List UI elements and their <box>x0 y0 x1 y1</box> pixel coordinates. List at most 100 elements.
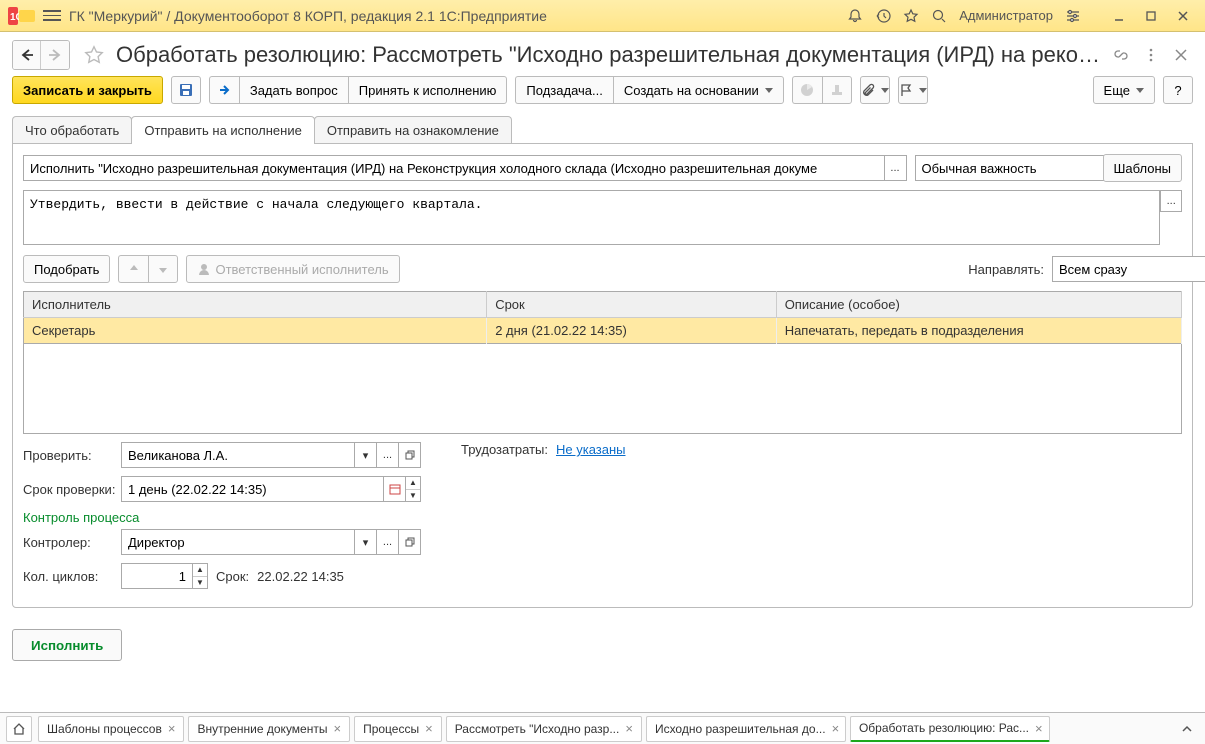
chevron-up-icon[interactable] <box>1175 717 1199 741</box>
cell-desc: Напечатать, передать в подразделения <box>776 318 1181 344</box>
controller-open-button[interactable] <box>399 529 421 555</box>
cycles-down-button[interactable]: ▼ <box>193 577 207 589</box>
direct-select[interactable] <box>1052 256 1205 282</box>
col-executor[interactable]: Исполнитель <box>24 292 487 318</box>
cycles-up-button[interactable]: ▲ <box>193 564 207 577</box>
link-icon[interactable] <box>1109 43 1133 67</box>
move-down-button[interactable] <box>148 255 178 283</box>
maximize-button[interactable] <box>1137 6 1165 26</box>
importance-select[interactable] <box>915 155 1105 181</box>
close-page-icon[interactable] <box>1169 43 1193 67</box>
home-button[interactable] <box>6 716 32 742</box>
forward-arrow-button[interactable] <box>209 76 239 104</box>
check-deadline-input[interactable] <box>121 476 384 502</box>
responsible-executor-button[interactable]: Ответственный исполнитель <box>186 255 399 283</box>
more-button[interactable]: Еще <box>1093 76 1155 104</box>
bottom-tab[interactable]: Исходно разрешительная до...× <box>646 716 846 742</box>
tab-content: ... ▾ Шаблоны Утвердить, ввести в действ… <box>12 143 1193 608</box>
attachment-button[interactable] <box>860 76 890 104</box>
app-logo: 1С <box>8 6 40 26</box>
task-name-input[interactable] <box>23 155 885 181</box>
col-description[interactable]: Описание (особое) <box>776 292 1181 318</box>
nav-back-button[interactable] <box>13 41 41 69</box>
tab-bar: Что обработать Отправить на исполнение О… <box>0 116 1205 144</box>
check-dropdown-button[interactable]: ▾ <box>355 442 377 468</box>
execute-button[interactable]: Исполнить <box>12 629 122 661</box>
check-ellipsis-button[interactable]: ... <box>377 442 399 468</box>
close-icon[interactable]: × <box>1035 721 1043 736</box>
star-icon[interactable] <box>903 8 919 24</box>
cycles-input[interactable] <box>121 563 193 589</box>
create-based-on-button[interactable]: Создать на основании <box>613 76 784 104</box>
bottom-tab[interactable]: Внутренние документы× <box>188 716 350 742</box>
history-icon[interactable] <box>875 8 891 24</box>
settings-icon[interactable] <box>1065 8 1081 24</box>
main-menu-icon[interactable] <box>43 8 61 24</box>
direct-label: Направлять: <box>968 262 1044 277</box>
check-label: Проверить: <box>23 448 113 463</box>
check-deadline-label: Срок проверки: <box>23 482 113 497</box>
pie-chart-icon[interactable] <box>792 76 822 104</box>
cell-executor: Секретарь <box>24 318 487 344</box>
controller-dropdown-button[interactable]: ▾ <box>355 529 377 555</box>
kebab-menu-icon[interactable] <box>1139 43 1163 67</box>
close-icon[interactable]: × <box>333 721 341 736</box>
tab-send-review[interactable]: Отправить на ознакомление <box>314 116 512 144</box>
cycles-label: Кол. циклов: <box>23 569 113 584</box>
stamp-icon[interactable] <box>822 76 852 104</box>
close-icon[interactable]: × <box>625 721 633 736</box>
accept-execute-button[interactable]: Принять к исполнению <box>348 76 508 104</box>
minimize-button[interactable] <box>1105 6 1133 26</box>
tab-send-exec[interactable]: Отправить на исполнение <box>131 116 315 144</box>
bottom-tab[interactable]: Процессы× <box>354 716 442 742</box>
check-input[interactable] <box>121 442 355 468</box>
ask-question-button[interactable]: Задать вопрос <box>239 76 348 104</box>
nav-forward-button[interactable] <box>41 41 69 69</box>
favorite-star-icon[interactable] <box>80 41 108 69</box>
tab-what-process[interactable]: Что обработать <box>12 116 132 144</box>
subtask-button[interactable]: Подзадача... <box>515 76 612 104</box>
table-row[interactable]: Секретарь 2 дня (21.02.22 14:35) Напечат… <box>24 318 1182 344</box>
bottom-tabs: Шаблоны процессов× Внутренние документы×… <box>0 712 1205 744</box>
controller-ellipsis-button[interactable]: ... <box>377 529 399 555</box>
controller-input[interactable] <box>121 529 355 555</box>
search-icon[interactable] <box>931 8 947 24</box>
description-expand-button[interactable]: ... <box>1160 190 1182 212</box>
user-label[interactable]: Администратор <box>959 8 1053 23</box>
deadline-value: 22.02.22 14:35 <box>257 569 344 584</box>
save-close-button[interactable]: Записать и закрыть <box>12 76 163 104</box>
bell-icon[interactable] <box>847 8 863 24</box>
calendar-button[interactable] <box>384 476 406 502</box>
check-open-button[interactable] <box>399 442 421 468</box>
bottom-tab[interactable]: Обработать резолюцию: Рас...× <box>850 716 1050 742</box>
app-title: ГК "Меркурий" / Документооборот 8 КОРП, … <box>69 8 847 24</box>
flag-button[interactable] <box>898 76 928 104</box>
controller-label: Контролер: <box>23 535 113 550</box>
col-deadline[interactable]: Срок <box>487 292 777 318</box>
close-icon[interactable]: × <box>168 721 176 736</box>
move-up-button[interactable] <box>118 255 148 283</box>
deadline-up-button[interactable]: ▲ <box>406 477 420 490</box>
templates-button[interactable]: Шаблоны <box>1103 154 1183 182</box>
description-textarea[interactable]: Утвердить, ввести в действие с начала сл… <box>23 190 1160 245</box>
save-button[interactable] <box>171 76 201 104</box>
close-icon[interactable]: × <box>425 721 433 736</box>
pick-button[interactable]: Подобрать <box>23 255 110 283</box>
toolbar: Записать и закрыть Задать вопрос Принять… <box>0 76 1205 110</box>
responsible-label: Ответственный исполнитель <box>215 262 388 277</box>
table-empty-area[interactable] <box>23 344 1182 434</box>
effort-label: Трудозатраты: <box>461 442 548 457</box>
bottom-tab[interactable]: Рассмотреть "Исходно разр...× <box>446 716 642 742</box>
deadline-label: Срок: <box>216 569 249 584</box>
help-button[interactable]: ? <box>1163 76 1193 104</box>
cell-deadline: 2 дня (21.02.22 14:35) <box>487 318 777 344</box>
task-name-ellipsis-button[interactable]: ... <box>885 155 907 181</box>
effort-link[interactable]: Не указаны <box>556 442 626 457</box>
executors-table: Исполнитель Срок Описание (особое) Секре… <box>23 291 1182 344</box>
bottom-tab[interactable]: Шаблоны процессов× <box>38 716 184 742</box>
page-header: Обработать резолюцию: Рассмотреть "Исход… <box>0 32 1205 76</box>
page-title: Обработать резолюцию: Рассмотреть "Исход… <box>116 42 1103 68</box>
deadline-down-button[interactable]: ▼ <box>406 490 420 502</box>
close-button[interactable] <box>1169 6 1197 26</box>
close-icon[interactable]: × <box>832 721 840 736</box>
